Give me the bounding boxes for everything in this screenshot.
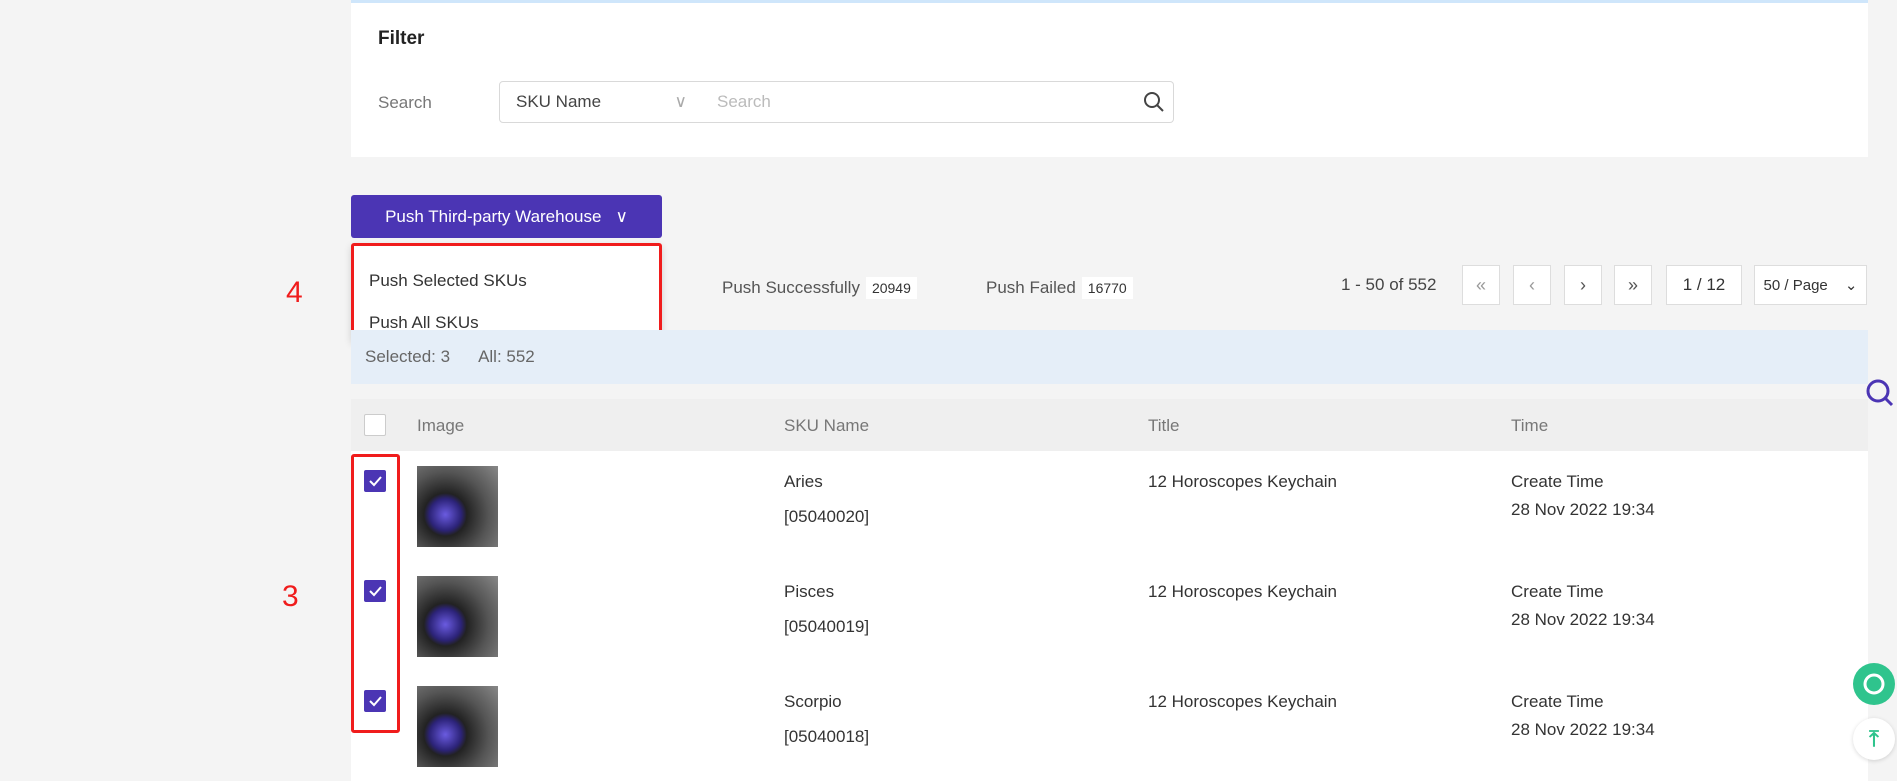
chevron-down-icon: ⌄ xyxy=(1844,277,1858,294)
select-all-checkbox[interactable] xyxy=(364,414,386,436)
create-time: 28 Nov 2022 19:34 xyxy=(1511,610,1655,629)
sku-code: [05040020] xyxy=(784,507,870,526)
stat-label: Push Successfully xyxy=(722,278,860,297)
create-time: 28 Nov 2022 19:34 xyxy=(1511,500,1655,519)
next-page-button[interactable]: › xyxy=(1564,265,1602,305)
stat-badge: 20949 xyxy=(865,277,917,299)
filter-card xyxy=(351,0,1868,157)
time-label: Create Time xyxy=(1511,472,1604,491)
product-title: 12 Horoscopes Keychain xyxy=(1148,472,1338,491)
all-count: All: 552 xyxy=(478,347,535,366)
first-page-button[interactable]: « xyxy=(1462,265,1500,305)
table-row: Scorpio [05040018] 12 Horoscopes Keychai… xyxy=(351,671,1868,781)
button-label: Push Third-party Warehouse xyxy=(385,206,602,226)
headset-icon xyxy=(1863,673,1885,695)
push-dropdown-menu: Push Selected SKUs Push All SKUs xyxy=(351,243,662,341)
select-value: SKU Name xyxy=(516,92,602,111)
annotation-box-checkboxes xyxy=(351,454,400,733)
product-image xyxy=(417,576,498,657)
push-third-party-warehouse-button[interactable]: Push Third-party Warehouse ∨ xyxy=(351,195,662,238)
chevron-down-icon: ∨ xyxy=(674,92,687,111)
support-chat-button[interactable] xyxy=(1853,663,1895,705)
per-page-value: 50 / Page xyxy=(1763,276,1828,294)
create-time: 28 Nov 2022 19:34 xyxy=(1511,720,1655,739)
sku-name: Pisces xyxy=(784,582,835,601)
column-time: Time xyxy=(1511,416,1549,435)
per-page-select[interactable]: 50 / Page ⌄ xyxy=(1754,265,1867,305)
sku-name: Aries xyxy=(784,472,823,491)
search-input[interactable] xyxy=(703,81,1174,123)
selection-bar: Selected: 3 All: 552 xyxy=(351,330,1868,384)
sku-code: [05040019] xyxy=(784,617,870,636)
time-label: Create Time xyxy=(1511,582,1604,601)
back-to-top-icon[interactable]: ⤒ xyxy=(1853,718,1895,760)
last-page-button[interactable]: » xyxy=(1614,265,1652,305)
product-image xyxy=(417,466,498,547)
page-input[interactable]: 1 / 12 xyxy=(1666,265,1742,305)
annotation-number: 3 xyxy=(282,580,299,613)
search-field-select[interactable]: SKU Name ∨ xyxy=(499,81,704,123)
product-title: 12 Horoscopes Keychain xyxy=(1148,582,1338,601)
push-success-stat: Push Successfully 20949 xyxy=(722,277,917,299)
stat-label: Push Failed xyxy=(986,278,1076,297)
sku-code: [05040018] xyxy=(784,727,870,746)
filter-title: Filter xyxy=(378,28,425,49)
column-image: Image xyxy=(417,416,465,435)
stat-badge: 16770 xyxy=(1081,277,1133,299)
table-row: Aries [05040020] 12 Horoscopes Keychain … xyxy=(351,451,1868,561)
selected-count: Selected: 3 xyxy=(365,347,451,366)
product-image xyxy=(417,686,498,767)
table-header: Image SKU Name Title Time xyxy=(351,399,1868,451)
search-float-icon[interactable] xyxy=(1864,377,1897,411)
prev-page-button[interactable]: ‹ xyxy=(1513,265,1551,305)
search-label: Search xyxy=(378,93,432,112)
annotation-number: 4 xyxy=(286,276,303,309)
time-label: Create Time xyxy=(1511,692,1604,711)
menu-item-push-selected[interactable]: Push Selected SKUs xyxy=(369,271,527,291)
sku-name: Scorpio xyxy=(784,692,842,711)
column-title: Title xyxy=(1148,416,1180,435)
chevron-down-icon: ∨ xyxy=(615,206,628,226)
push-failed-stat: Push Failed 16770 xyxy=(986,277,1133,299)
column-sku-name: SKU Name xyxy=(784,416,870,435)
table-row: Pisces [05040019] 12 Horoscopes Keychain… xyxy=(351,561,1868,671)
search-icon[interactable] xyxy=(1142,90,1166,114)
product-title: 12 Horoscopes Keychain xyxy=(1148,692,1338,711)
pagination-range: 1 - 50 of 552 xyxy=(1341,275,1437,294)
